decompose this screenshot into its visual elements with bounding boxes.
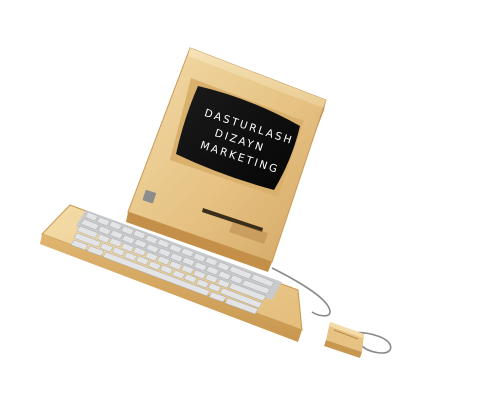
mouse-icon (324, 322, 364, 358)
retro-computer-illustration: DASTURLASH DIZAYN MARKETING (40, 47, 392, 358)
